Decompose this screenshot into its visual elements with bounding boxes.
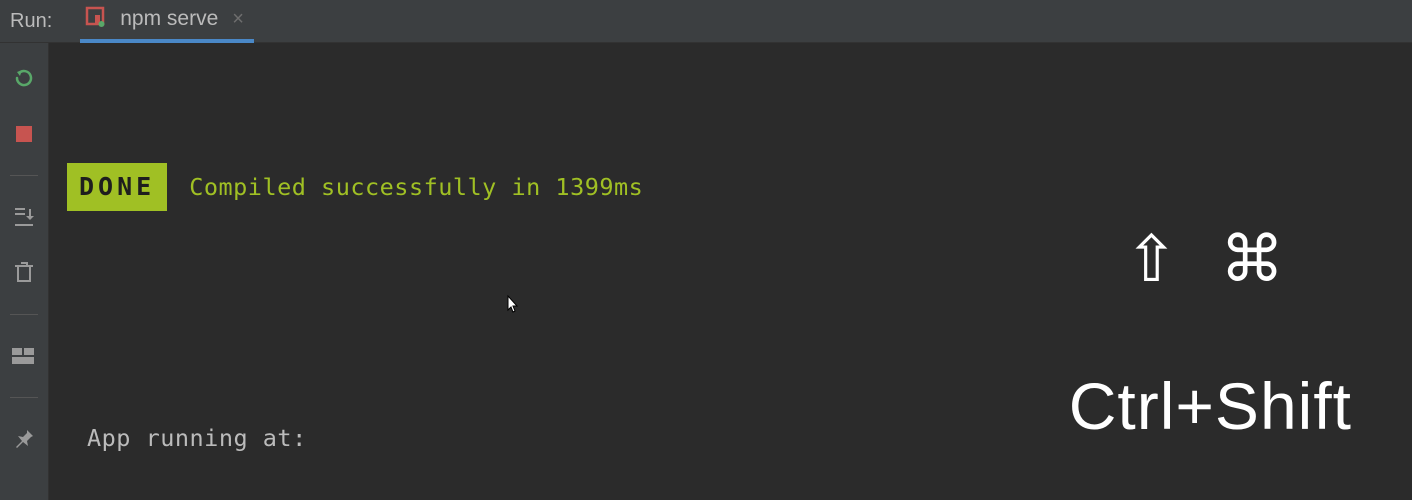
close-tab-icon[interactable]: × <box>232 9 244 29</box>
separator <box>10 397 38 398</box>
run-toolwindow-header: Run: npm serve × <box>0 0 1412 43</box>
separator <box>10 175 38 176</box>
done-badge: DONE <box>67 163 167 211</box>
run-label: Run: <box>10 10 52 33</box>
run-gutter <box>0 43 49 500</box>
run-tab-npm-serve[interactable]: npm serve × <box>80 0 254 43</box>
shift-cmd-icons: ⇧ ⌘ <box>1069 227 1352 291</box>
clear-all-button[interactable] <box>9 258 39 288</box>
layout-button[interactable] <box>9 341 39 371</box>
pin-button[interactable] <box>9 424 39 454</box>
mouse-cursor-icon <box>501 293 525 317</box>
scroll-to-end-button[interactable] <box>9 202 39 232</box>
run-tab-title: npm serve <box>120 7 218 31</box>
npm-icon <box>84 5 106 33</box>
rerun-button[interactable] <box>9 63 39 93</box>
ctrl-shift-text: Ctrl+Shift <box>1069 385 1352 427</box>
stop-button[interactable] <box>9 119 39 149</box>
compile-message: Compiled successfully in 1399ms <box>189 166 643 208</box>
console-output[interactable]: DONE Compiled successfully in 1399ms App… <box>49 43 1412 500</box>
separator <box>10 314 38 315</box>
shortcut-hint-overlay: ⇧ ⌘ Ctrl+Shift <box>1069 143 1352 500</box>
